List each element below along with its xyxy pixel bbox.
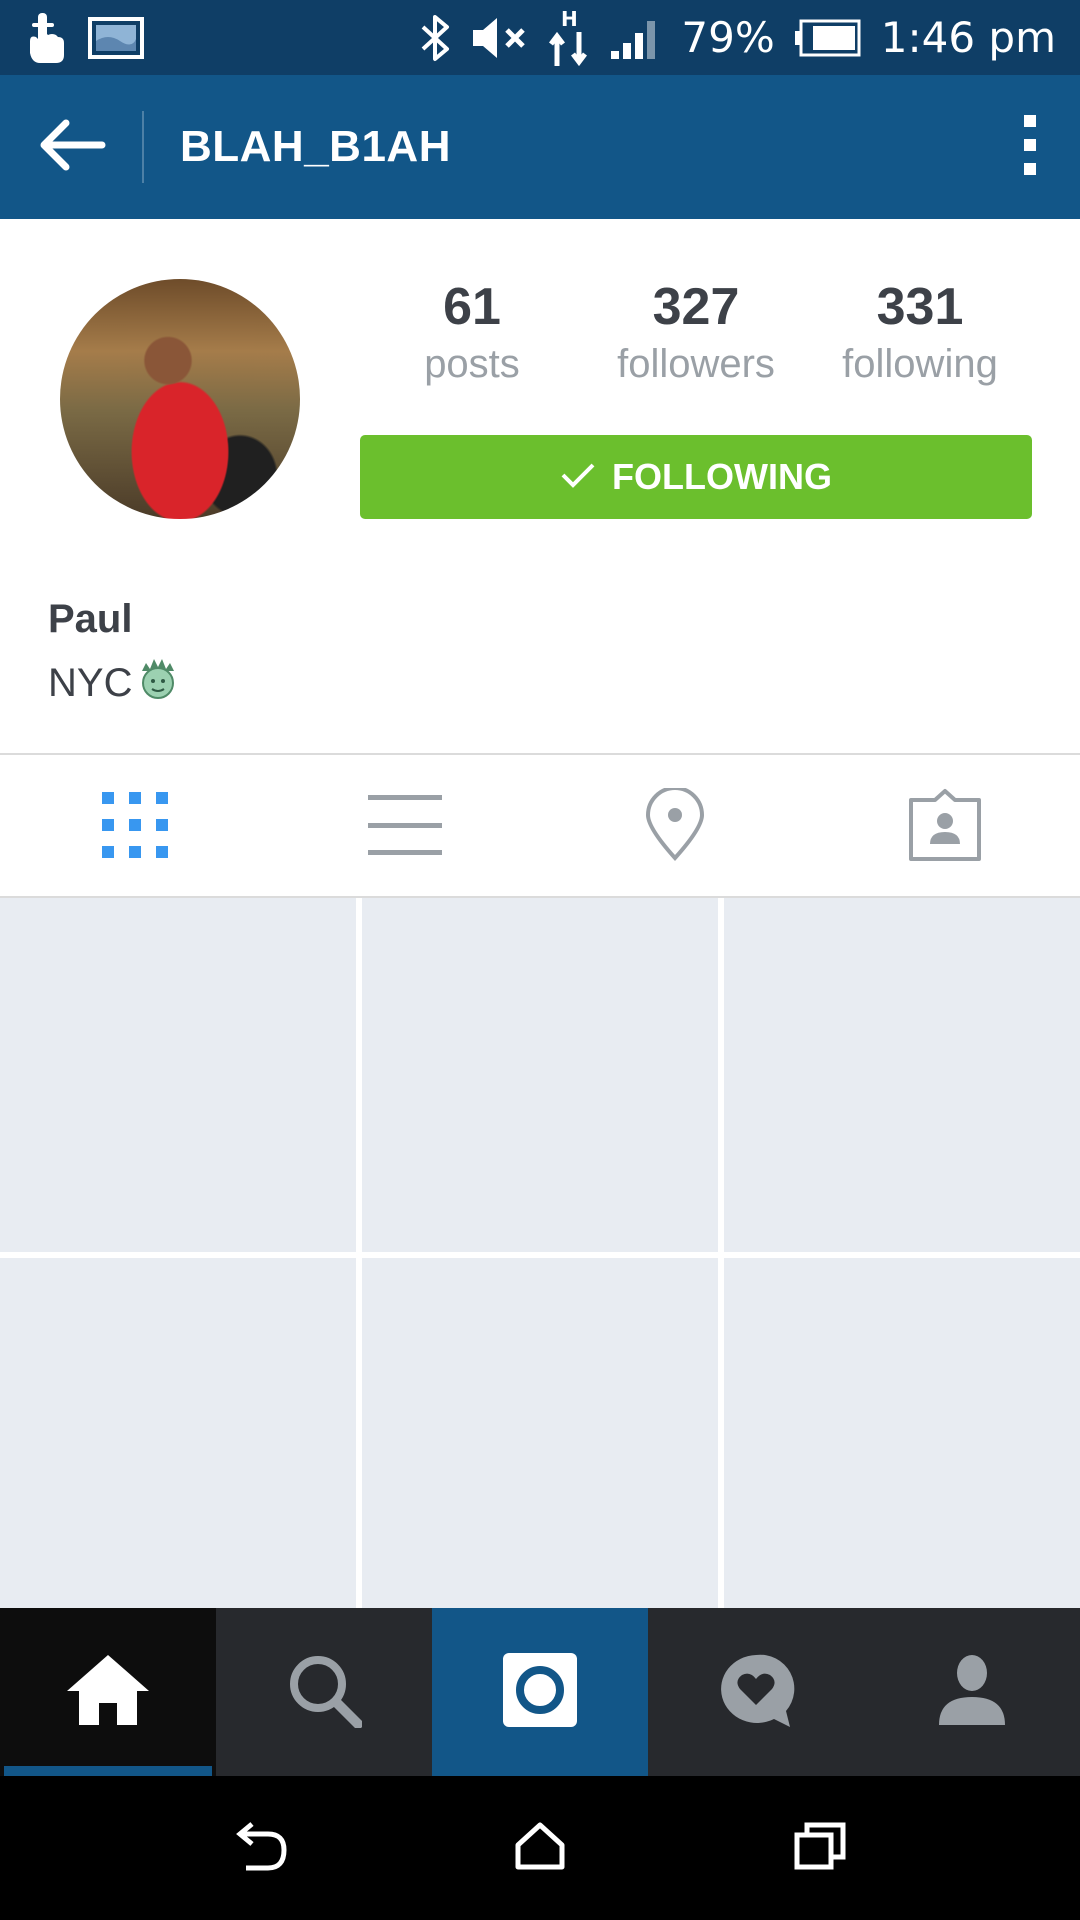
profile-header: 61 posts 327 followers 331 following FOL… xyxy=(0,219,1080,753)
profile-stats: 61 posts 327 followers 331 following xyxy=(360,278,1032,399)
stat-value: 61 xyxy=(443,278,501,336)
tab-list[interactable] xyxy=(270,755,540,898)
post-tile[interactable] xyxy=(724,1258,1080,1612)
page-title: BLAH_B1AH xyxy=(180,122,451,171)
battery-icon xyxy=(793,19,863,57)
post-tile[interactable] xyxy=(724,898,1080,1252)
post-tile[interactable] xyxy=(0,1258,356,1612)
system-recents-button[interactable] xyxy=(760,1788,880,1908)
nav-activity[interactable] xyxy=(648,1608,864,1776)
nav-search[interactable] xyxy=(216,1608,432,1776)
nav-home[interactable] xyxy=(0,1608,216,1776)
app-bar: BLAH_B1AH xyxy=(0,75,1080,219)
avatar[interactable] xyxy=(60,279,300,519)
profile-name: Paul xyxy=(48,597,133,641)
touch-icon xyxy=(24,11,70,65)
post-tile[interactable] xyxy=(0,898,356,1252)
location-pin-icon xyxy=(644,785,706,866)
status-bar: H 79% 1:46 pm xyxy=(0,0,1080,75)
back-button[interactable] xyxy=(0,75,142,219)
gallery-icon xyxy=(88,16,144,59)
active-tab-indicator xyxy=(4,1766,212,1776)
tab-tagged[interactable] xyxy=(810,755,1080,898)
system-nav-bar xyxy=(0,1776,1080,1920)
stat-following[interactable]: 331 following xyxy=(808,278,1032,399)
stat-posts[interactable]: 61 posts xyxy=(360,278,584,399)
profile-view-tabs xyxy=(0,755,1080,898)
battery-percent: 79% xyxy=(681,13,775,62)
clock: 1:46 pm xyxy=(880,13,1056,62)
home-icon xyxy=(65,1653,151,1731)
person-icon xyxy=(937,1653,1007,1731)
check-icon xyxy=(560,461,596,493)
mute-icon xyxy=(471,16,531,60)
app-bar-divider xyxy=(142,111,144,183)
stat-label: followers xyxy=(617,342,775,387)
nav-camera[interactable] xyxy=(432,1608,648,1776)
arrow-left-icon xyxy=(36,118,106,176)
back-icon xyxy=(232,1820,288,1876)
following-button-label: FOLLOWING xyxy=(612,456,832,497)
grid-icon xyxy=(102,791,168,862)
tagged-photos-icon xyxy=(908,788,982,866)
more-vertical-icon xyxy=(1022,113,1038,181)
stat-followers[interactable]: 327 followers xyxy=(584,278,808,399)
nav-profile[interactable] xyxy=(864,1608,1080,1776)
list-icon xyxy=(368,793,442,861)
tab-grid[interactable] xyxy=(0,755,270,898)
home-outline-icon xyxy=(515,1822,565,1874)
search-icon xyxy=(286,1652,363,1732)
stat-value: 331 xyxy=(876,278,964,336)
tab-map[interactable] xyxy=(540,755,810,898)
bio-text: NYC xyxy=(48,660,133,705)
overflow-menu-button[interactable] xyxy=(980,75,1080,219)
status-left xyxy=(24,11,144,65)
profile-bio: NYC xyxy=(48,655,180,711)
system-home-button[interactable] xyxy=(480,1788,600,1908)
stat-value: 327 xyxy=(652,278,740,336)
status-right: H 79% 1:46 pm xyxy=(419,8,1056,68)
signal-icon xyxy=(609,15,663,61)
statue-of-liberty-icon xyxy=(136,655,180,711)
heart-bubble-icon xyxy=(716,1651,796,1733)
recents-icon xyxy=(793,1821,847,1875)
post-tile[interactable] xyxy=(362,898,718,1252)
following-button[interactable]: FOLLOWING xyxy=(360,435,1032,519)
bluetooth-icon xyxy=(419,13,453,63)
camera-icon xyxy=(501,1651,579,1733)
stat-label: posts xyxy=(424,342,520,387)
stat-label: following xyxy=(842,342,998,387)
bottom-nav xyxy=(0,1608,1080,1776)
post-tile[interactable] xyxy=(362,1258,718,1612)
posts-grid xyxy=(0,898,1080,1612)
hspa-data-icon: H xyxy=(549,8,591,68)
svg-text:H: H xyxy=(561,8,578,31)
system-back-button[interactable] xyxy=(200,1788,320,1908)
